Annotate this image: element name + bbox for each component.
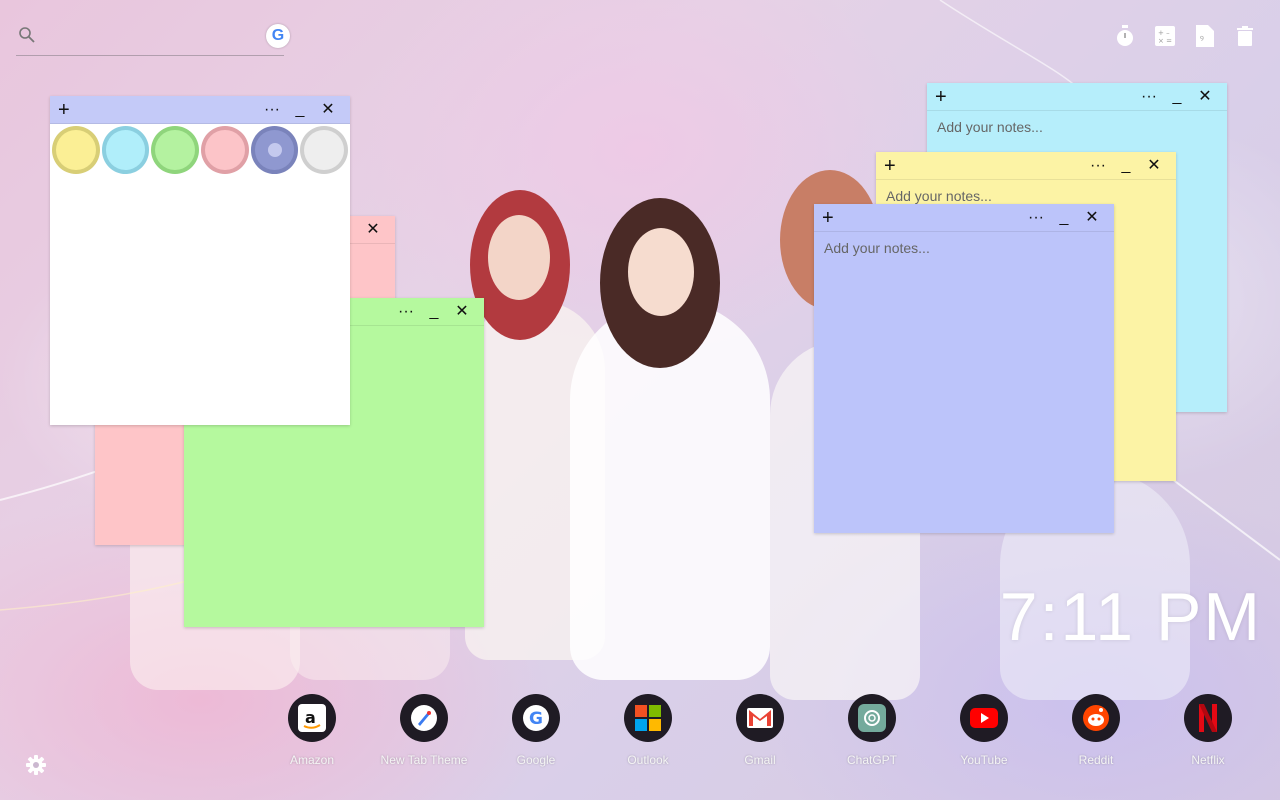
close-icon[interactable]: ✕ — [314, 100, 342, 120]
shortcut-label: New Tab Theme — [380, 753, 468, 767]
minimize-icon[interactable]: _ — [286, 100, 314, 120]
google-icon: G — [512, 694, 560, 742]
calculator-icon[interactable]: + – × = — [1154, 24, 1176, 48]
search-input[interactable] — [46, 24, 246, 50]
minimize-icon[interactable]: _ — [1163, 87, 1191, 107]
note-toolbar: + ··· _ ✕ — [927, 83, 1227, 111]
shortcut-label: Outlook — [627, 753, 669, 767]
shortcut-gmail[interactable]: Gmail — [704, 694, 816, 767]
add-note-icon[interactable]: + — [884, 156, 904, 176]
more-options-icon[interactable]: ··· — [1135, 87, 1163, 107]
color-swatch-white[interactable] — [300, 126, 349, 174]
minimize-icon[interactable]: _ — [1050, 208, 1078, 228]
svg-text:+ –: + – — [1158, 29, 1170, 37]
more-options-icon[interactable]: ··· — [258, 100, 286, 120]
svg-text:× =: × = — [1158, 37, 1172, 45]
close-icon[interactable]: ✕ — [359, 220, 387, 240]
shortcut-amazon[interactable]: a Amazon — [256, 694, 368, 767]
settings-gear-icon[interactable] — [26, 755, 46, 775]
sticky-note-white[interactable]: + ··· _ ✕ — [50, 96, 350, 425]
shortcut-youtube[interactable]: YouTube — [928, 694, 1040, 767]
chatgpt-icon — [848, 694, 896, 742]
note-toolbar: + ··· _ ✕ — [814, 204, 1114, 232]
color-picker — [50, 124, 350, 176]
color-swatch-blue[interactable] — [250, 126, 299, 174]
shortcut-reddit[interactable]: Reddit — [1040, 694, 1152, 767]
svg-text:a: a — [305, 708, 316, 727]
color-swatch-yellow[interactable] — [52, 126, 100, 174]
search-icon[interactable] — [18, 26, 36, 44]
youtube-icon — [960, 694, 1008, 742]
more-options-icon[interactable]: ··· — [1022, 208, 1050, 228]
shortcut-label: Amazon — [289, 753, 335, 767]
google-search-icon[interactable]: G — [266, 24, 290, 48]
color-swatch-green[interactable] — [151, 126, 200, 174]
note-textarea[interactable] — [814, 232, 1114, 533]
shortcut-google[interactable]: G Google — [480, 694, 592, 767]
color-swatch-cyan[interactable] — [101, 126, 150, 174]
shortcut-label: Netflix — [1191, 753, 1225, 767]
gmail-icon — [736, 694, 784, 742]
more-options-icon[interactable]: ··· — [1084, 156, 1112, 176]
add-note-icon[interactable]: + — [935, 87, 955, 107]
shortcut-label: Gmail — [744, 753, 776, 767]
minimize-icon[interactable]: _ — [1112, 156, 1140, 176]
close-icon[interactable]: ✕ — [1191, 87, 1219, 107]
shortcut-outlook[interactable]: Outlook — [592, 694, 704, 767]
compass-icon — [400, 694, 448, 742]
shortcut-netflix[interactable]: Netflix — [1152, 694, 1264, 767]
trash-icon[interactable] — [1234, 24, 1256, 48]
reddit-icon — [1072, 694, 1120, 742]
amazon-icon: a — [288, 694, 336, 742]
close-icon[interactable]: ✕ — [448, 302, 476, 322]
stopwatch-icon[interactable] — [1114, 24, 1136, 48]
note-toolbar: + ··· _ ✕ — [876, 152, 1176, 180]
shortcut-label: ChatGPT — [846, 753, 897, 767]
close-icon[interactable]: ✕ — [1140, 156, 1168, 176]
shortcut-chatgpt[interactable]: ChatGPT — [816, 694, 928, 767]
svg-text:G: G — [529, 709, 543, 729]
windows-icon — [624, 694, 672, 742]
minimize-icon[interactable]: _ — [420, 302, 448, 322]
close-icon[interactable]: ✕ — [1078, 208, 1106, 228]
note-toolbar: + ··· _ ✕ — [50, 96, 350, 124]
document-icon[interactable]: ꝰ — [1194, 24, 1216, 48]
more-options-icon[interactable]: ··· — [392, 302, 420, 322]
add-note-icon[interactable]: + — [58, 100, 78, 120]
toolbar: + – × = ꝰ — [1114, 24, 1256, 48]
color-swatch-pink[interactable] — [201, 126, 249, 174]
sticky-note-blue[interactable]: + ··· _ ✕ — [814, 204, 1114, 533]
shortcut-label: Google — [516, 753, 556, 767]
shortcut-new-tab-theme[interactable]: New Tab Theme — [368, 694, 480, 767]
search-bar: G — [16, 22, 290, 56]
shortcut-label: YouTube — [960, 753, 1008, 767]
shortcut-dock: a Amazon New Tab Theme G Google Outlook … — [256, 694, 1266, 774]
svg-text:ꝰ: ꝰ — [1200, 34, 1204, 45]
netflix-icon — [1184, 694, 1232, 742]
shortcut-label: Reddit — [1078, 753, 1114, 767]
add-note-icon[interactable]: + — [822, 208, 842, 228]
clock: 7:11 PM — [999, 579, 1262, 655]
